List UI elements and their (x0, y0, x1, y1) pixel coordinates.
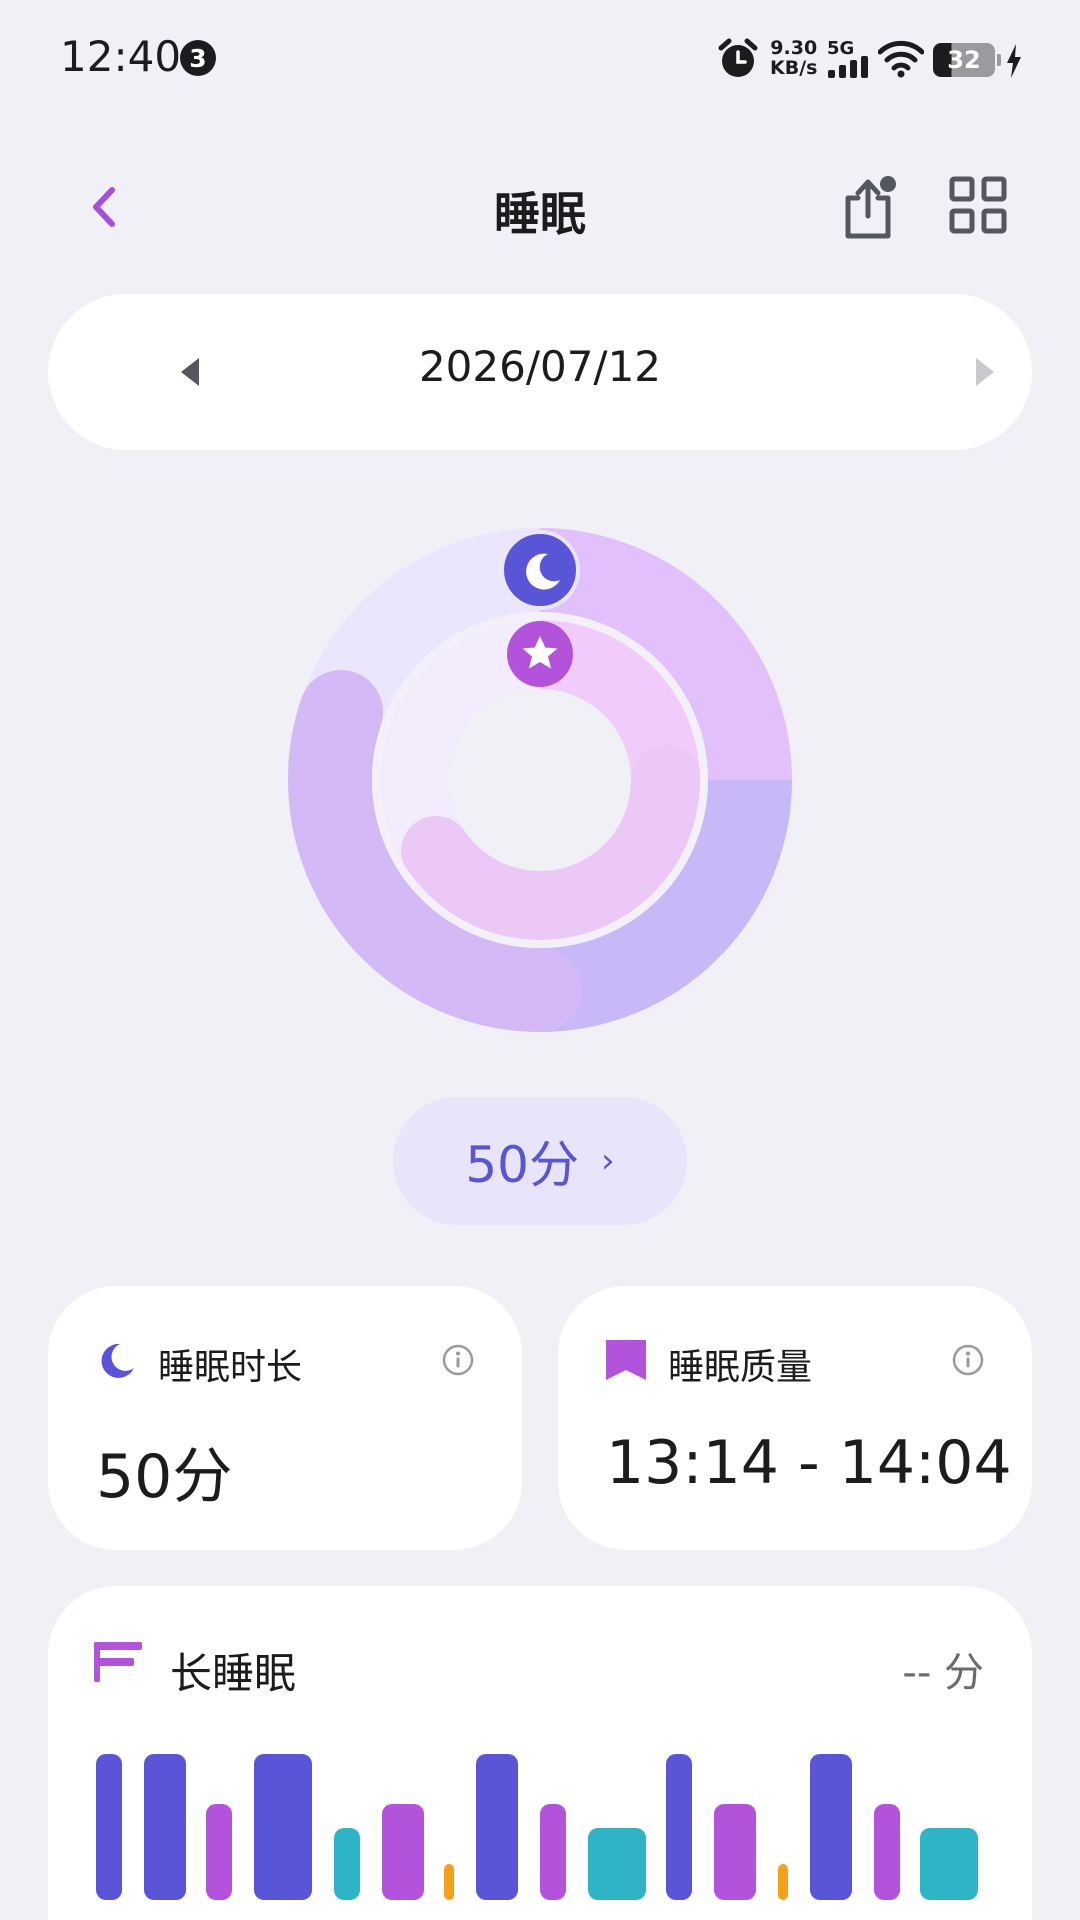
stage-bar-light (714, 1804, 756, 1900)
alarm-icon (718, 38, 758, 77)
net-speed: 9.30 KB/s (770, 38, 817, 78)
selected-date[interactable]: 2026/07/12 (48, 342, 1032, 391)
metric-label: 睡眠质量 (668, 1347, 813, 1388)
inner-ring-arc-bottom (401, 745, 701, 942)
metric-label: 睡眠时长 (158, 1347, 303, 1388)
status-time: 12:40 (60, 32, 182, 81)
sleep-score-value: 50分 (465, 1136, 579, 1194)
sleep-duration-card[interactable]: 睡眠时长 50分 (48, 1286, 522, 1550)
page-title: 睡眠 (494, 187, 586, 241)
stage-bar-rem (588, 1828, 646, 1900)
next-date-button[interactable] (956, 344, 1012, 400)
stage-bar-light (382, 1804, 424, 1900)
stage-bar-deep (144, 1754, 186, 1900)
net-speed-value: 9.30 (770, 37, 818, 59)
star-marker (507, 621, 573, 687)
moon-icon (101, 1343, 134, 1378)
battery-indicator: 32 (933, 43, 1001, 77)
long-sleep-card[interactable]: 长睡眠 -- 分 (48, 1586, 1032, 1920)
stage-bar-light (540, 1804, 566, 1900)
wifi-icon (878, 40, 924, 78)
stage-bar-awake (444, 1864, 454, 1900)
stage-bar-light (874, 1804, 900, 1900)
grid-menu-button[interactable] (948, 175, 1008, 235)
app-header: 睡眠 (0, 150, 1080, 260)
sleep-ring-chart (288, 528, 792, 1032)
sleep-score-button[interactable]: 50分 › (393, 1097, 687, 1225)
chevron-right-icon: › (601, 1141, 615, 1181)
status-icons: 9.30 KB/s 5G 32 (680, 0, 1080, 120)
stage-bar-deep (666, 1754, 692, 1900)
stage-bar-rem (334, 1828, 360, 1900)
sleep-stage-bars (48, 1586, 1032, 1920)
stage-bar-rem (920, 1828, 978, 1900)
date-selector: 2026/07/12 (48, 294, 1032, 450)
info-icon[interactable] (952, 1344, 984, 1376)
stage-bar-light (206, 1804, 232, 1900)
stage-bar-deep (254, 1754, 312, 1900)
stage-bar-awake (778, 1864, 788, 1900)
bookmark-icon (606, 1340, 646, 1380)
metric-value: 50分 (96, 1442, 233, 1512)
notification-count-badge: 3 (180, 40, 216, 76)
battery-level: 32 (947, 46, 981, 74)
share-icon (845, 176, 896, 239)
metric-value: 13:14 - 14:04 (606, 1428, 1012, 1498)
signal-icon (828, 56, 868, 78)
moon-marker (500, 530, 580, 610)
stage-bar-deep (96, 1754, 122, 1900)
net-speed-unit: KB/s (770, 57, 818, 79)
stage-bar-deep (476, 1754, 518, 1900)
info-icon[interactable] (442, 1344, 474, 1376)
sleep-quality-card[interactable]: 睡眠质量 13:14 - 14:04 (558, 1286, 1032, 1550)
stage-bar-deep (810, 1754, 852, 1900)
status-bar: 12:40 3 9.30 KB/s 5G 32 (0, 0, 1080, 120)
share-button[interactable] (840, 170, 900, 240)
grid-icon (949, 176, 1007, 234)
charging-icon (1007, 44, 1021, 78)
triangle-right-icon (976, 358, 994, 386)
